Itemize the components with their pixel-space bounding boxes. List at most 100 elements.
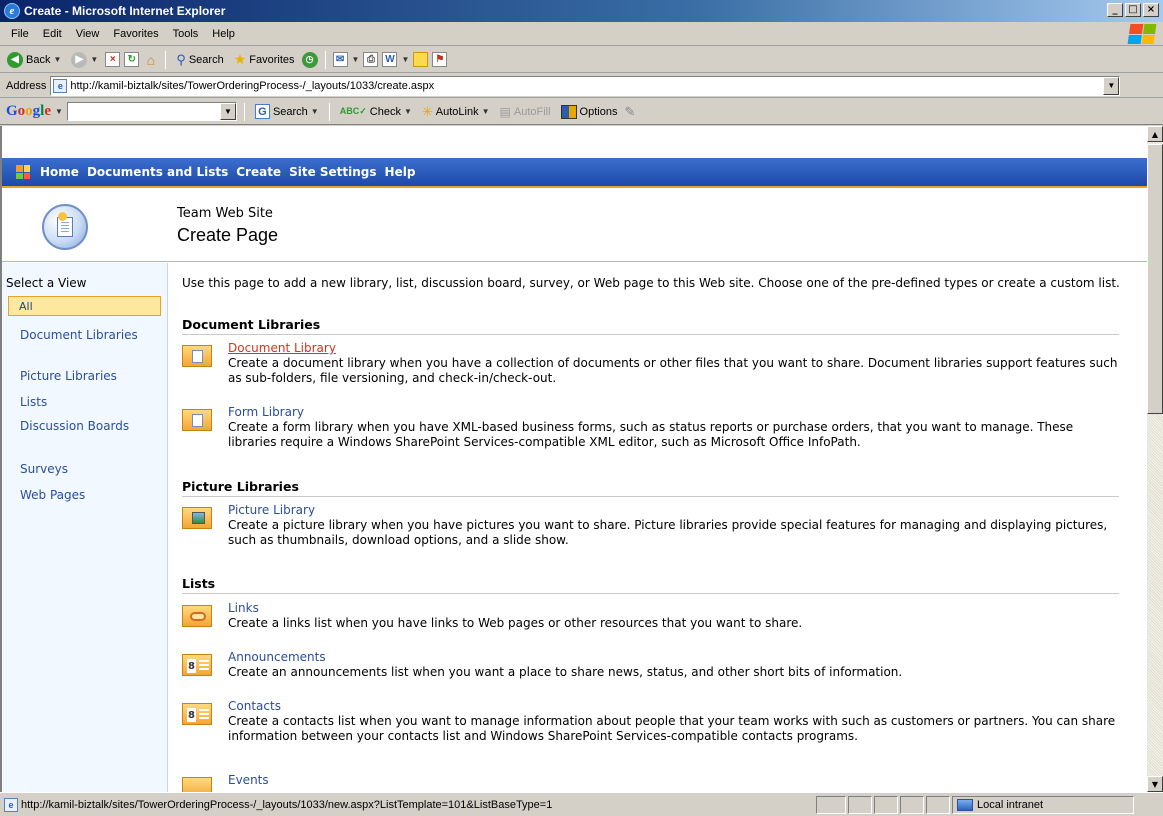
menu-bar: File Edit View Favorites Tools Help — [0, 22, 1163, 46]
page-title: Create Page — [177, 225, 279, 245]
options-button[interactable]: Options — [558, 104, 621, 119]
chevron-down-icon[interactable]: ▼ — [55, 107, 63, 116]
google-logo[interactable]: Google — [6, 103, 51, 120]
page-icon: e — [53, 78, 68, 93]
menu-file[interactable]: File — [4, 28, 36, 40]
back-button[interactable]: ◀ Back ▼ — [4, 51, 64, 68]
scroll-up-button[interactable]: ▲ — [1147, 126, 1163, 142]
history-icon[interactable]: ◷ — [301, 51, 318, 68]
mail-icon[interactable]: ✉ — [332, 52, 348, 67]
favorites-button[interactable]: ★ Favorites — [231, 51, 298, 68]
toolbar-separator — [243, 102, 245, 121]
close-button[interactable]: × — [1143, 3, 1159, 17]
contacts-link[interactable]: Contacts — [228, 699, 281, 713]
vertical-scrollbar[interactable]: ▲ ▼ — [1147, 126, 1163, 792]
search-icon: ⚲ — [176, 51, 186, 67]
events-link[interactable]: Events — [228, 773, 269, 787]
view-lists[interactable]: Lists — [20, 394, 150, 410]
intranet-icon — [957, 798, 973, 811]
menu-tools[interactable]: Tools — [166, 28, 206, 40]
forward-button[interactable]: ▶ ▼ — [68, 51, 101, 68]
refresh-icon[interactable]: ↻ — [124, 52, 140, 67]
window-controls: _ □ × — [1107, 3, 1159, 17]
address-bar: Address e http://kamil-biztalk/sites/Tow… — [0, 74, 1163, 98]
view-web-pages[interactable]: Web Pages — [20, 487, 150, 503]
favorites-label: Favorites — [249, 53, 295, 66]
toolbar-separator — [165, 50, 167, 69]
menu-view[interactable]: View — [69, 28, 107, 40]
picture-library-icon — [182, 507, 212, 529]
print-icon[interactable]: ⎙ — [363, 52, 379, 67]
main-content: Use this page to add a new library, list… — [168, 263, 1147, 792]
sharepoint-logo-icon — [16, 165, 30, 179]
announcements-link[interactable]: Announcements — [228, 650, 326, 664]
minimize-button[interactable]: _ — [1107, 3, 1123, 17]
forward-arrow-icon: ▶ — [71, 51, 88, 68]
site-name: Team Web Site — [177, 206, 273, 221]
section-document-libraries: Document Libraries — [182, 317, 1119, 335]
nav-create[interactable]: Create — [236, 165, 281, 179]
document-library-icon — [182, 345, 212, 367]
picture-library-link[interactable]: Picture Library — [228, 503, 315, 517]
home-icon[interactable]: ⌂ — [143, 52, 158, 68]
autolink-button[interactable]: ✳ AutoLink ▼ — [419, 104, 493, 120]
nav-documents-and-lists[interactable]: Documents and Lists — [87, 165, 228, 179]
address-label: Address — [6, 79, 47, 92]
left-nav-heading: Select a View — [6, 276, 87, 290]
status-cell — [816, 795, 846, 814]
view-discussion-boards[interactable]: Discussion Boards — [20, 418, 150, 434]
address-dropdown-button[interactable]: ▼ — [1103, 76, 1120, 95]
maximize-button[interactable]: □ — [1125, 3, 1141, 17]
document-library-link[interactable]: Document Library — [228, 341, 336, 355]
links-description: Create a links list when you have links … — [228, 616, 803, 630]
address-input[interactable]: e http://kamil-biztalk/sites/TowerOrderi… — [50, 75, 1121, 96]
search-button[interactable]: ⚲ Search — [173, 52, 226, 68]
chevron-down-icon[interactable]: ▼ — [401, 55, 409, 64]
edit-word-icon[interactable]: W — [382, 52, 398, 67]
standard-toolbar: ◀ Back ▼ ▶ ▼ × ↻ ⌂ ⚲ Search ★ Favorites … — [0, 47, 1163, 73]
menu-favorites[interactable]: Favorites — [106, 28, 165, 40]
menu-help[interactable]: Help — [205, 28, 242, 40]
autofill-button[interactable]: ▤ AutoFill — [497, 105, 554, 119]
intro-text: Use this page to add a new library, list… — [182, 276, 1120, 290]
autofill-icon: ▤ — [499, 104, 511, 119]
nav-help[interactable]: Help — [385, 165, 416, 179]
status-cell — [900, 795, 924, 814]
scroll-down-button[interactable]: ▼ — [1147, 776, 1163, 792]
scroll-thumb[interactable] — [1147, 144, 1163, 414]
chevron-down-icon[interactable]: ▼ — [352, 55, 360, 64]
view-picture-libraries[interactable]: Picture Libraries — [20, 368, 150, 384]
check-label: Check — [369, 105, 401, 118]
search-label: Search — [188, 53, 224, 66]
google-search-dropdown[interactable]: ▼ — [219, 103, 236, 120]
nav-site-settings[interactable]: Site Settings — [289, 165, 376, 179]
status-url: http://kamil-biztalk/sites/TowerOrdering… — [21, 798, 553, 811]
back-label: Back — [26, 53, 51, 66]
google-search-input[interactable]: ▼ — [66, 102, 237, 121]
google-search-button[interactable]: G Search ▼ — [252, 104, 322, 119]
links-link[interactable]: Links — [228, 601, 259, 615]
view-all-item[interactable]: All — [8, 296, 161, 316]
pencil-icon[interactable]: ✎ — [624, 104, 635, 120]
view-document-libraries[interactable]: Document Libraries — [20, 327, 150, 343]
chevron-down-icon: ▼ — [53, 55, 62, 64]
links-icon — [182, 605, 212, 627]
stop-icon[interactable]: × — [105, 52, 121, 67]
messenger-icon[interactable]: ⚑ — [432, 52, 448, 67]
autolink-label: AutoLink — [435, 105, 479, 118]
options-label: Options — [579, 105, 618, 118]
page-icon: e — [4, 797, 18, 812]
status-cell — [874, 795, 898, 814]
spell-check-button[interactable]: ABC✓ Check ▼ — [337, 106, 415, 118]
document-library-description: Create a document library when you have … — [228, 356, 1118, 385]
status-cell — [926, 795, 950, 814]
chevron-down-icon: ▼ — [90, 55, 99, 64]
status-bar: e http://kamil-biztalk/sites/TowerOrderi… — [0, 792, 1163, 816]
folder-icon[interactable] — [413, 52, 429, 67]
menu-edit[interactable]: Edit — [36, 28, 69, 40]
view-surveys[interactable]: Surveys — [20, 461, 150, 477]
status-url-area: e http://kamil-biztalk/sites/TowerOrderi… — [4, 797, 814, 812]
form-library-link[interactable]: Form Library — [228, 405, 304, 419]
nav-home[interactable]: Home — [40, 165, 79, 179]
security-zone: Local intranet — [952, 795, 1134, 814]
